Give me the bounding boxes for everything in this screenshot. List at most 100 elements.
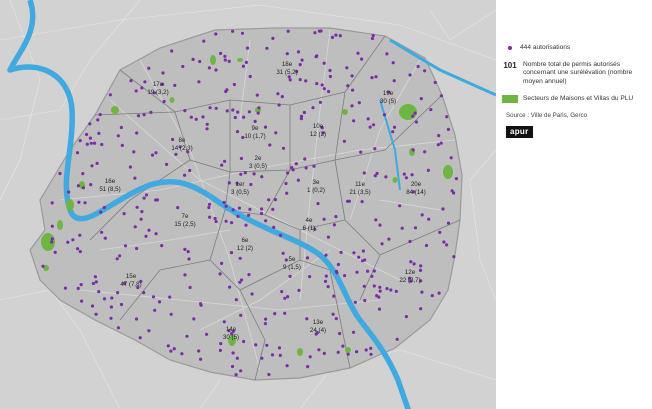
- authorisation-dot: [244, 60, 248, 64]
- authorisation-dot: [413, 111, 417, 115]
- authorisation-dot: [224, 89, 228, 94]
- authorisation-dot: [76, 286, 80, 290]
- authorisation-dot: [315, 82, 319, 86]
- authorisation-dot: [317, 29, 321, 33]
- svg-text:16e: 16e: [105, 178, 116, 185]
- authorisation-dot: [418, 268, 423, 272]
- authorisation-dot: [352, 119, 356, 123]
- authorisation-dot: [98, 113, 102, 117]
- authorisation-dot: [338, 331, 342, 336]
- authorisation-dot: [332, 223, 336, 227]
- authorisation-dot: [188, 285, 192, 290]
- authorisation-dot: [231, 351, 235, 355]
- authorisation-dot: [315, 54, 319, 58]
- authorisation-dot: [227, 181, 231, 185]
- authorisation-dot: [147, 228, 151, 232]
- authorisation-dot: [116, 291, 120, 295]
- authorisation-dot: [97, 131, 101, 135]
- legend-total-number: 101: [503, 61, 517, 71]
- authorisation-dot: [181, 64, 185, 69]
- authorisation-dot: [222, 200, 226, 205]
- authorisation-dot: [135, 131, 139, 135]
- svg-text:8e: 8e: [179, 137, 186, 144]
- authorisation-dot: [285, 191, 289, 195]
- authorisation-dot: [174, 152, 178, 156]
- authorisation-dot: [320, 83, 324, 87]
- authorisation-dot: [247, 110, 251, 114]
- authorisation-dot: [342, 139, 346, 143]
- authorisation-dot: [341, 344, 345, 348]
- authorisation-dot: [185, 334, 189, 338]
- authorisation-dot: [134, 317, 139, 321]
- authorisation-dot: [242, 339, 246, 344]
- authorisation-dot: [279, 233, 283, 237]
- authorisation-dot: [438, 230, 442, 234]
- authorisation-dot: [369, 352, 373, 356]
- authorisation-dot: [277, 103, 281, 107]
- authorisation-dot: [391, 61, 395, 65]
- authorisation-dot: [219, 51, 223, 56]
- authorisation-dot: [118, 254, 122, 258]
- svg-text:12 (2): 12 (2): [237, 245, 253, 252]
- authorisation-dot: [322, 351, 326, 355]
- authorisation-dot: [205, 332, 209, 336]
- authorisation-dot: [240, 31, 245, 35]
- authorisation-dot: [199, 357, 203, 361]
- authorisation-dot: [108, 93, 112, 97]
- authorisation-dot: [75, 151, 80, 155]
- authorisation-dot: [238, 256, 242, 260]
- svg-text:24 (4): 24 (4): [310, 327, 326, 334]
- authorisation-dot: [370, 76, 374, 80]
- authorisation-dot: [351, 88, 355, 92]
- authorisation-dot: [343, 274, 347, 278]
- authorisation-dot: [140, 210, 144, 214]
- authorisation-dot: [136, 114, 141, 118]
- authorisation-dot: [135, 246, 139, 251]
- authorisation-dot: [452, 255, 456, 259]
- authorisation-dot: [78, 233, 82, 237]
- authorisation-dot: [247, 273, 251, 277]
- authorisation-dot: [331, 312, 335, 316]
- authorisation-dot: [373, 147, 377, 151]
- authorisation-dot: [273, 312, 277, 316]
- authorisation-dot: [360, 259, 365, 263]
- authorisation-dot: [95, 161, 99, 165]
- svg-text:30 (5): 30 (5): [380, 98, 396, 105]
- svg-text:1er: 1er: [236, 181, 245, 188]
- authorisation-dot: [370, 274, 374, 278]
- authorisation-dot: [214, 32, 218, 36]
- source-text: Source : Ville de Paris, Gerco: [506, 112, 588, 120]
- authorisation-dot: [322, 61, 326, 65]
- authorisation-dot: [67, 190, 71, 194]
- authorisation-dot: [132, 150, 136, 154]
- authorisation-dot: [250, 292, 254, 296]
- authorisation-dot: [83, 201, 87, 205]
- authorisation-dot: [345, 66, 349, 70]
- authorisation-dot: [218, 272, 222, 276]
- authorisation-dot: [194, 117, 198, 121]
- authorisation-dot: [183, 173, 187, 177]
- authorisation-dot: [311, 106, 315, 110]
- svg-text:9e: 9e: [252, 125, 259, 132]
- authorisation-dot: [85, 142, 89, 146]
- authorisation-dot: [330, 35, 335, 40]
- authorisation-dot: [359, 150, 363, 154]
- authorisation-dot: [218, 348, 222, 352]
- purple-dot-icon: [508, 46, 512, 50]
- authorisation-dot: [283, 311, 287, 315]
- authorisation-dot: [102, 205, 106, 210]
- authorisation-dot: [231, 108, 235, 112]
- authorisation-dot: [355, 350, 359, 354]
- authorisation-dot: [339, 250, 343, 254]
- authorisation-dot: [207, 202, 212, 206]
- legend-row-total: 101 Nombre total de permis autorisés con…: [500, 61, 648, 86]
- authorisation-dot: [161, 71, 165, 75]
- authorisation-dot: [441, 207, 445, 211]
- authorisation-dot: [372, 269, 376, 273]
- authorisation-dot: [313, 31, 317, 35]
- authorisation-dot: [283, 296, 287, 300]
- authorisation-dot: [391, 130, 395, 134]
- authorisation-dot: [284, 258, 288, 262]
- authorisation-dot: [411, 114, 415, 118]
- authorisation-dot: [270, 353, 275, 357]
